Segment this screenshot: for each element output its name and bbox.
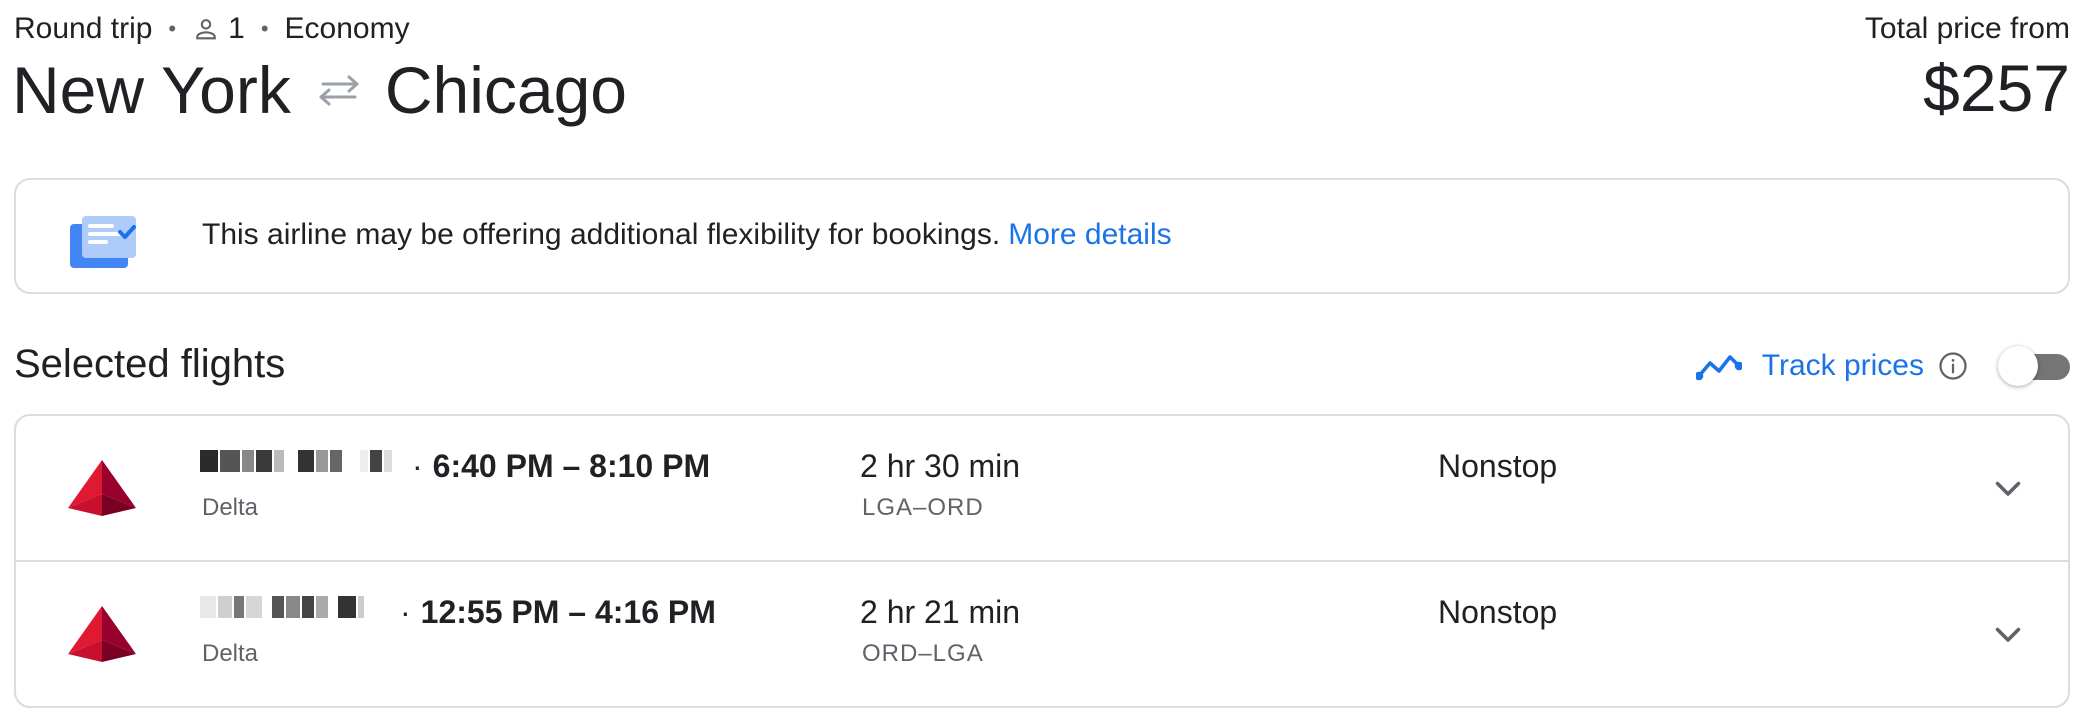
redacted-text [200,450,394,472]
separator-dot: • [260,16,269,41]
selected-flights-list: · 6:40 PM – 8:10 PM Delta 2 hr 30 min LGA… [14,414,2070,708]
flight-stops: Nonstop [1438,594,1558,630]
flight-stops: Nonstop [1438,448,1558,484]
track-prices-toggle[interactable] [1998,346,2070,386]
track-prices: Track prices [1695,346,2070,386]
flight-airports: ORD–LGA [862,640,984,667]
info-icon[interactable] [1938,351,1968,381]
notice-text: This airline may be offering additional … [202,218,1001,251]
flight-airports: LGA–ORD [862,494,984,521]
route-title: New York Chicago [12,48,627,132]
person-icon [192,15,220,43]
delta-logo-icon [68,460,136,516]
track-prices-label[interactable]: Track prices [1762,349,1924,383]
total-price: $257 [1923,51,2070,125]
destination-city: Chicago [384,53,627,127]
flight-times: · 6:40 PM – 8:10 PM [412,448,710,485]
airline-name: Delta [202,640,259,667]
flight-row[interactable]: · 12:55 PM – 4:16 PM Delta 2 hr 21 min OR… [16,562,2068,706]
notice-message: This airline may be offering additional … [202,218,1172,252]
section-title: Selected flights [14,342,286,386]
trip-type: Round trip [14,12,153,45]
flight-row[interactable]: · 6:40 PM – 8:10 PM Delta 2 hr 30 min LGA… [16,416,2068,562]
toggle-knob [1998,346,2038,386]
trip-summary: Round trip • 1 • Economy [14,12,410,46]
delta-logo-icon [68,606,136,662]
swap-arrows-icon [315,72,363,108]
chevron-down-icon[interactable] [1990,616,2026,652]
flight-times: · 12:55 PM – 4:16 PM [400,594,716,631]
separator-dot: • [168,16,177,41]
passenger-count: 1 [228,12,245,45]
trend-line-icon [1695,355,1742,381]
chevron-down-icon[interactable] [1990,470,2026,506]
flexible-booking-icon [68,214,152,272]
flexibility-notice: This airline may be offering additional … [14,178,2070,294]
origin-city: New York [12,53,291,127]
cabin-class: Economy [284,12,410,45]
departure-arrival-times: 12:55 PM – 4:16 PM [420,594,716,630]
airline-name: Delta [202,494,259,521]
departure-arrival-times: 6:40 PM – 8:10 PM [432,448,711,484]
flight-duration: 2 hr 21 min [860,594,1021,630]
flight-duration: 2 hr 30 min [860,448,1021,484]
separator-dot: · [412,448,423,484]
price-summary: Total price from $257 [1865,12,2070,128]
price-label: Total price from [1864,12,2070,45]
redacted-text [200,596,366,618]
more-details-link[interactable]: More details [1008,218,1171,251]
separator-dot: · [400,594,411,630]
